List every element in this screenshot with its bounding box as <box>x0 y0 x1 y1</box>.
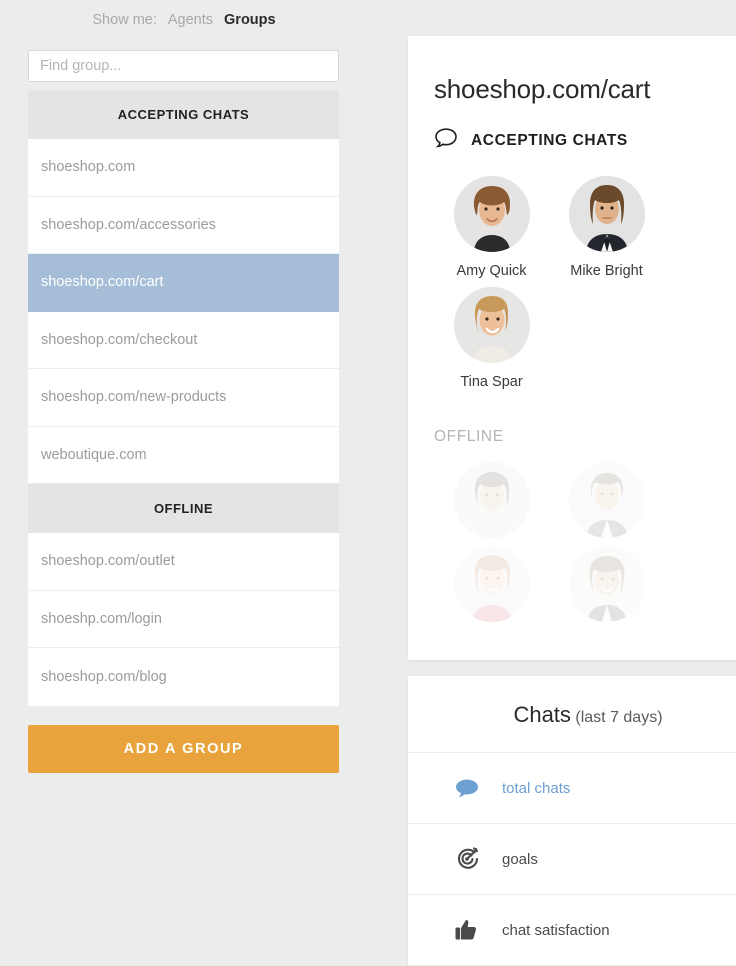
offline-agents-grid <box>408 446 736 630</box>
chats-stats-card: Chats (last 7 days) total chats goals ch… <box>408 676 736 966</box>
offline-agent-card-3[interactable] <box>434 546 549 622</box>
group-item-blog[interactable]: shoeshop.com/blog <box>28 648 339 706</box>
section-header-offline: OFFLINE <box>28 484 339 533</box>
avatar <box>453 546 530 622</box>
avatar <box>568 546 645 622</box>
stat-row-total-chats[interactable]: total chats <box>408 753 736 824</box>
avatar <box>453 287 530 363</box>
offline-agent-card-2[interactable] <box>549 462 664 538</box>
add-a-group-button[interactable]: ADD A GROUP <box>28 724 339 773</box>
group-item-new-products[interactable]: shoeshop.com/new-products <box>28 369 339 427</box>
thumbs-up-icon <box>452 917 482 943</box>
agent-name: Tina Spar <box>460 374 523 390</box>
chat-bubble-filled-icon <box>452 777 482 799</box>
stat-row-chat-satisfaction[interactable]: chat satisfaction <box>408 895 736 966</box>
agent-card-amy-quick[interactable]: Amy Quick <box>434 176 549 279</box>
group-item-shoeshop-com[interactable]: shoeshop.com <box>28 139 339 197</box>
stat-label: chat satisfaction <box>502 921 610 939</box>
stat-row-goals[interactable]: goals <box>408 824 736 895</box>
show-me-label: Show me: <box>92 12 157 28</box>
agent-name: Mike Bright <box>570 263 643 279</box>
offline-agent-card-4[interactable] <box>549 546 664 622</box>
target-goal-icon <box>452 846 482 872</box>
group-item-weboutique-com[interactable]: weboutique.com <box>28 426 339 484</box>
agent-name: Amy Quick <box>456 263 527 279</box>
offline-section-label: OFFLINE <box>434 428 504 445</box>
group-list: ACCEPTING CHATS shoeshop.com shoeshop.co… <box>28 90 339 706</box>
stats-card-title: Chats (last 7 days) <box>408 676 736 753</box>
page-title: shoeshop.com/cart <box>434 74 651 104</box>
group-item-cart[interactable]: shoeshop.com/cart <box>28 254 339 312</box>
group-item-accessories[interactable]: shoeshop.com/accessories <box>28 196 339 254</box>
group-detail-card: shoeshop.com/cart ACCEPTING CHATS Amy Qu… <box>408 36 736 660</box>
agent-card-mike-bright[interactable]: Mike Bright <box>549 176 664 279</box>
accepting-chats-status: ACCEPTING CHATS <box>408 105 736 154</box>
section-header-accepting-chats: ACCEPTING CHATS <box>28 90 339 139</box>
search-input[interactable] <box>28 50 339 82</box>
avatar <box>453 462 530 538</box>
group-item-checkout[interactable]: shoeshop.com/checkout <box>28 311 339 369</box>
filter-tab-groups[interactable]: Groups <box>224 12 276 28</box>
filter-tab-agents[interactable]: Agents <box>168 12 213 28</box>
avatar <box>453 176 530 252</box>
groups-sidebar: ACCEPTING CHATS shoeshop.com shoeshop.co… <box>28 40 339 773</box>
stats-title-main: Chats <box>513 702 571 727</box>
agent-card-tina-spar[interactable]: Tina Spar <box>434 287 549 390</box>
card-spacer <box>408 630 736 660</box>
offline-agent-card-1[interactable] <box>434 462 549 538</box>
accepting-agents-grid: Amy Quick Mike Bright Tina Spar <box>408 154 736 398</box>
avatar <box>568 462 645 538</box>
stats-title-period: (last 7 days) <box>575 709 663 726</box>
accepting-chats-label: ACCEPTING CHATS <box>471 131 628 149</box>
search-container <box>28 40 339 90</box>
avatar <box>568 176 645 252</box>
stat-label: total chats <box>502 779 571 797</box>
detail-column: shoeshop.com/cart ACCEPTING CHATS Amy Qu… <box>408 36 736 966</box>
stat-label: goals <box>502 850 538 868</box>
group-item-outlet[interactable]: shoeshop.com/outlet <box>28 533 339 591</box>
group-item-login[interactable]: shoeshp.com/login <box>28 590 339 648</box>
chat-bubble-icon <box>434 127 458 154</box>
show-me-toolbar: Show me: Agents Groups <box>0 0 368 40</box>
